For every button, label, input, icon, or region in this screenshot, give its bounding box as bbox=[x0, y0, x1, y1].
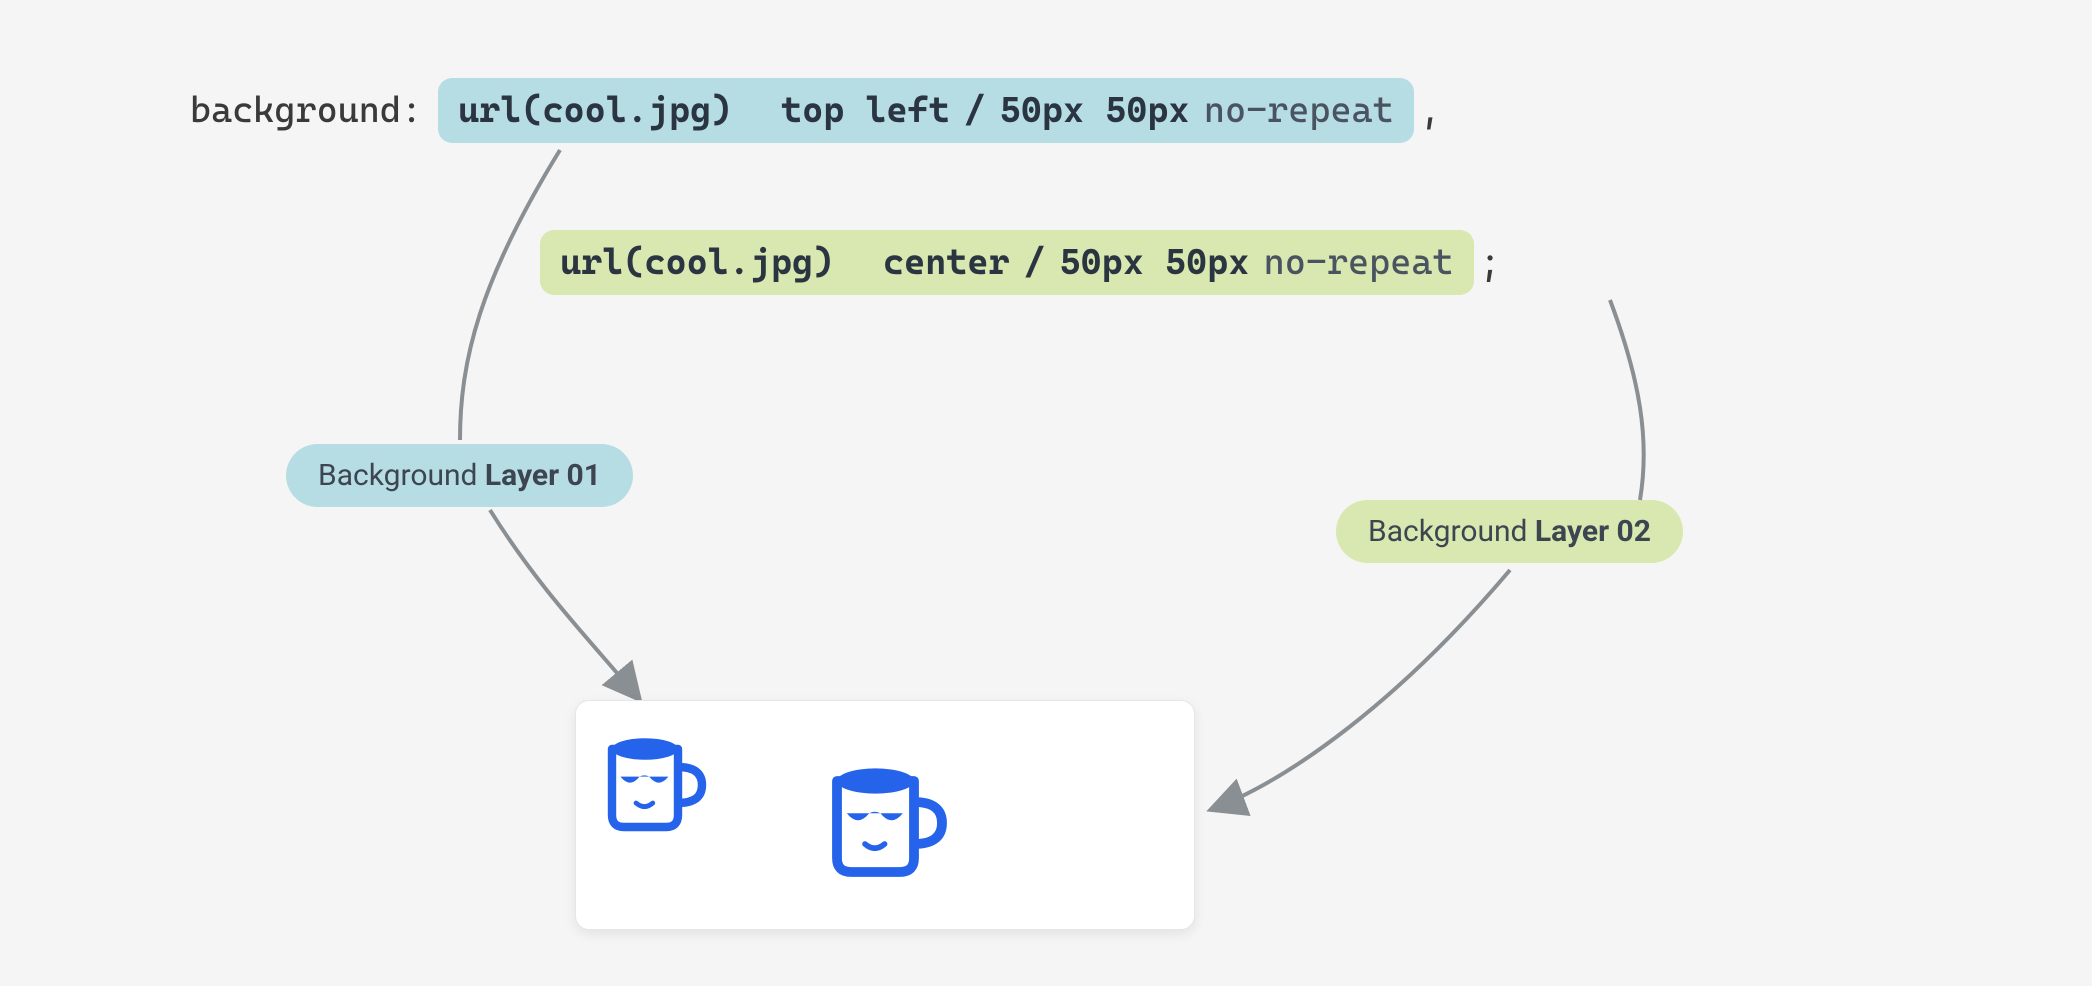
layer2-label-prefix: Background bbox=[1368, 514, 1535, 549]
layer1-size: 50px 50px bbox=[1000, 90, 1190, 131]
layer2-label-bold: Layer 02 bbox=[1535, 514, 1651, 549]
layer2-repeat: no-repeat bbox=[1264, 242, 1454, 283]
layer2-block: url(cool.jpg) center / 50px 50px no-repe… bbox=[540, 230, 1474, 295]
layer2-position: center bbox=[883, 242, 1010, 283]
preview-box bbox=[575, 700, 1195, 930]
mug-icon bbox=[816, 746, 956, 886]
layer1-block: url(cool.jpg) top left / 50px 50px no-re… bbox=[438, 78, 1414, 143]
mug-icon bbox=[594, 719, 714, 839]
layer1-label-pill: Background Layer 01 bbox=[286, 444, 633, 507]
layer1-url: url(cool.jpg) bbox=[458, 90, 732, 131]
layer1-sep: / bbox=[964, 90, 985, 131]
css-line-2: url(cool.jpg) center / 50px 50px no-repe… bbox=[540, 230, 1501, 295]
layer1-label-prefix: Background bbox=[318, 458, 485, 493]
layer1-label-bold: Layer 01 bbox=[485, 458, 601, 493]
mug-top-left bbox=[594, 719, 714, 839]
css-line-1: background: url(cool.jpg) top left / 50p… bbox=[190, 78, 1441, 143]
layer2-sep: / bbox=[1024, 242, 1045, 283]
layer1-repeat: no-repeat bbox=[1204, 90, 1394, 131]
css-property: background: bbox=[190, 90, 422, 131]
layer2-url: url(cool.jpg) bbox=[560, 242, 834, 283]
layer1-position: top left bbox=[781, 90, 950, 131]
mug-center bbox=[816, 746, 956, 886]
layer2-size: 50px 50px bbox=[1059, 242, 1249, 283]
layer1-punct: , bbox=[1420, 90, 1441, 131]
layer2-label-pill: Background Layer 02 bbox=[1336, 500, 1683, 563]
layer2-punct: ; bbox=[1480, 242, 1501, 283]
